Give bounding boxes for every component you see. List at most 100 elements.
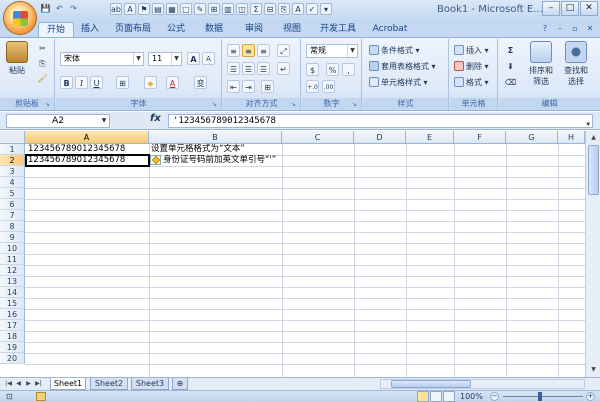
row-header[interactable]: 18 [0, 331, 25, 342]
row-header[interactable]: 7 [0, 210, 25, 221]
align-bottom-icon[interactable]: ≡ [257, 44, 270, 57]
grow-font-button[interactable]: A [187, 52, 200, 65]
shrink-font-button[interactable]: A [202, 52, 215, 65]
tab-developer[interactable]: 开发工具 [316, 22, 360, 37]
increase-decimal-button[interactable]: +.0 [306, 80, 319, 93]
dialog-launcher-icon[interactable]: ↘ [352, 101, 359, 108]
toolbar-icon[interactable]: A [124, 3, 136, 15]
column-header-f[interactable]: F [454, 131, 506, 144]
percent-button[interactable]: % [326, 63, 339, 76]
autosum-button[interactable]: Σ [504, 44, 517, 57]
conditional-format-button[interactable]: 条件格式 ▾ [369, 44, 420, 57]
tab-view[interactable]: 视图 [278, 22, 306, 37]
next-sheet-icon[interactable]: ▶ [24, 379, 33, 389]
toolbar-icon[interactable]: ab [110, 3, 122, 15]
page-layout-view-icon[interactable] [430, 391, 442, 402]
orientation-icon[interactable]: ⤢ [277, 44, 290, 57]
tab-formulas[interactable]: 公式 [162, 22, 190, 37]
row-header[interactable]: 10 [0, 243, 25, 254]
maximize-button[interactable]: □ [561, 1, 579, 16]
find-select-button[interactable]: 查找和 选择 [559, 41, 593, 87]
align-right-icon[interactable]: ☰ [257, 62, 270, 75]
row-header[interactable]: 20 [0, 353, 25, 364]
font-name-combo[interactable]: 宋体 ▼ [60, 52, 144, 66]
sheet-tab-sheet2[interactable]: Sheet2 [90, 378, 128, 390]
paste-button[interactable]: 粘贴 [4, 41, 30, 76]
minimize-ribbon-icon[interactable]: – [554, 23, 566, 35]
save-icon[interactable]: 💾 [40, 3, 51, 15]
font-size-combo[interactable]: 11 ▼ [148, 52, 182, 66]
italic-button[interactable]: I [75, 76, 88, 89]
tab-home[interactable]: 开始 [38, 22, 74, 37]
toolbar-icon[interactable]: ▤ [152, 3, 164, 15]
column-header-e[interactable]: E [406, 131, 454, 144]
dialog-launcher-icon[interactable]: ↘ [291, 101, 298, 108]
row-header[interactable]: 4 [0, 177, 25, 188]
clear-icon[interactable]: ⌫ [504, 76, 517, 89]
align-center-icon[interactable]: ☰ [242, 62, 255, 75]
formula-input[interactable]: '123456789012345678 ▼ [168, 114, 593, 128]
row-header[interactable]: 1 [0, 144, 25, 155]
normal-view-icon[interactable] [417, 391, 429, 402]
delete-cells-button[interactable]: 删除 ▾ [454, 60, 489, 73]
close-workbook-icon[interactable]: ✕ [584, 23, 596, 35]
tab-review[interactable]: 审阅 [240, 22, 268, 37]
font-color-button[interactable]: A [166, 76, 179, 89]
sheet-tab-sheet3[interactable]: Sheet3 [131, 378, 169, 390]
zoom-out-button[interactable]: − [490, 392, 499, 401]
column-header-h[interactable]: H [558, 131, 585, 144]
comma-button[interactable]: , [342, 63, 355, 76]
format-as-table-button[interactable]: 套用表格格式 ▾ [369, 60, 436, 73]
dialog-launcher-icon[interactable]: ↘ [212, 101, 219, 108]
tab-insert[interactable]: 插入 [76, 22, 104, 37]
row-header[interactable]: 5 [0, 188, 25, 199]
zoom-level[interactable]: 100% [460, 391, 483, 402]
office-button[interactable] [3, 1, 37, 35]
row-header[interactable]: 3 [0, 166, 25, 177]
dialog-launcher-icon[interactable]: ↘ [45, 101, 52, 108]
scroll-up-icon[interactable]: ▲ [588, 132, 599, 143]
row-header[interactable]: 12 [0, 265, 25, 276]
vertical-scrollbar[interactable]: ▲ ▼ [585, 131, 600, 377]
toolbar-icon[interactable]: ⎘ [278, 3, 290, 15]
toolbar-icon[interactable]: ✓ [306, 3, 318, 15]
row-header[interactable]: 19 [0, 342, 25, 353]
sheet-tab-sheet1[interactable]: Sheet1 [50, 378, 86, 390]
row-header[interactable]: 8 [0, 221, 25, 232]
cell-a2[interactable]: 123456789012345678 [28, 155, 125, 166]
fill-color-button[interactable]: ◈ [144, 76, 157, 89]
row-header[interactable]: 13 [0, 276, 25, 287]
page-break-view-icon[interactable] [443, 391, 455, 402]
fill-icon[interactable]: ⬇ [504, 60, 517, 73]
column-header-d[interactable]: D [354, 131, 406, 144]
tab-page-layout[interactable]: 页面布局 [108, 22, 158, 37]
toolbar-icon[interactable]: ▾ [320, 3, 332, 15]
scroll-down-icon[interactable]: ▼ [588, 364, 599, 375]
column-header-b[interactable]: B [149, 131, 282, 144]
insert-function-button[interactable]: fx [150, 113, 161, 124]
toolbar-icon[interactable]: ⚑ [138, 3, 150, 15]
toolbar-icon[interactable]: ◫ [236, 3, 248, 15]
cell-styles-button[interactable]: 单元格样式 ▾ [369, 76, 428, 89]
tab-data[interactable]: 数据 [200, 22, 228, 37]
redo-icon[interactable]: ↷ [68, 3, 79, 15]
row-header[interactable]: 2 [0, 155, 25, 166]
zoom-slider-thumb[interactable] [538, 392, 542, 401]
decrease-decimal-button[interactable]: .00 [322, 80, 335, 93]
row-header[interactable]: 6 [0, 199, 25, 210]
prev-sheet-icon[interactable]: ◀ [14, 379, 23, 389]
help-icon[interactable]: ? [539, 23, 551, 35]
row-header[interactable]: 14 [0, 287, 25, 298]
insert-sheet-icon[interactable]: ⊕ [172, 378, 188, 390]
decrease-indent-icon[interactable]: ⇤ [227, 80, 240, 93]
minimize-button[interactable]: – [542, 1, 560, 16]
cell-b2[interactable]: 身份证号码前加英文单引号“'” [163, 155, 276, 166]
select-all-corner[interactable] [0, 131, 25, 144]
column-header-a[interactable]: A [25, 131, 149, 144]
phonetic-button[interactable]: 变 [194, 76, 207, 89]
bold-button[interactable]: B [60, 76, 73, 89]
undo-icon[interactable]: ↶ [54, 3, 65, 15]
currency-button[interactable]: $ [306, 63, 319, 76]
zoom-slider[interactable] [503, 396, 583, 397]
cell-b1[interactable]: 设置单元格格式为“文本” [151, 144, 245, 155]
